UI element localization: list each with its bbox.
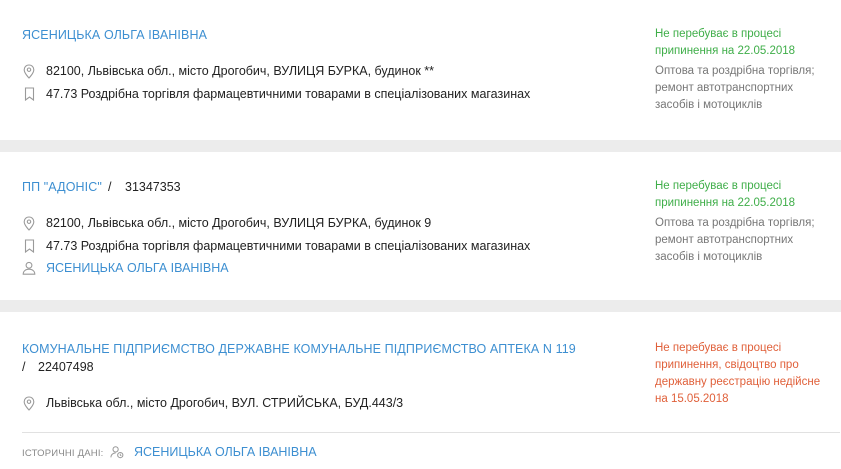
kved-row: 47.73 Роздрібна торгівля фармацевтичними… <box>22 86 530 102</box>
map-pin-icon <box>22 215 36 231</box>
kved-row: 47.73 Роздрібна торгівля фармацевтичними… <box>22 238 530 254</box>
edrpou-code: 22407498 <box>38 360 94 374</box>
address-row: 82100, Львівська обл., місто Дрогобич, В… <box>22 63 434 79</box>
code-separator: / <box>22 360 26 374</box>
entity-name-link[interactable]: ЯСЕНИЦЬКА ОЛЬГА ІВАНІВНА <box>22 28 207 42</box>
divider <box>22 432 840 433</box>
map-pin-icon <box>22 395 36 411</box>
person-row: ЯСЕНИЦЬКА ОЛЬГА ІВАНІВНА <box>22 260 229 276</box>
address-text: Львівська обл., місто Дрогобич, ВУЛ. СТР… <box>46 396 404 410</box>
kved-text: 47.73 Роздрібна торгівля фармацевтичними… <box>46 239 531 253</box>
status-line: припинення на 22.05.2018 <box>655 45 796 57</box>
activity-line: Оптова та роздрібна торгівля; <box>655 65 815 77</box>
history-label: ІСТОРИЧНІ ДАНІ: <box>22 448 104 459</box>
address-text: 82100, Львівська обл., місто Дрогобич, В… <box>46 64 435 78</box>
card-separator <box>0 140 841 152</box>
activity-line: ремонт автотранспортних <box>655 82 794 94</box>
status-line: на 15.05.2018 <box>655 393 729 405</box>
status-line: Не перебуває в процесі <box>655 180 782 192</box>
result-card-2: ПП "АДОНІС" / 31347353 82100, Львівська … <box>0 152 841 300</box>
activity-line: засобів і мотоциклів <box>655 251 763 263</box>
activity-line: Оптова та роздрібна торгівля; <box>655 217 815 229</box>
entity-name-link[interactable]: КОМУНАЛЬНЕ ПІДПРИЄМСТВО ДЕРЖАВНЕ КОМУНАЛ… <box>22 342 576 356</box>
result-card-3: КОМУНАЛЬНЕ ПІДПРИЄМСТВО ДЕРЖАВНЕ КОМУНАЛ… <box>0 312 841 469</box>
person-link[interactable]: ЯСЕНИЦЬКА ОЛЬГА ІВАНІВНА <box>46 261 229 275</box>
status-line: припинення на 22.05.2018 <box>655 197 796 209</box>
status-line: державну реєстрацію недійсне <box>655 376 821 388</box>
status-line: припинення, свідоцтво про <box>655 359 799 371</box>
user-icon <box>22 260 36 276</box>
history-person-row: ЯСЕНИЦЬКА ОЛЬГА ІВАНІВНА <box>110 444 317 460</box>
bookmark-icon <box>22 86 36 102</box>
activity-text: Оптова та роздрібна торгівля; ремонт авт… <box>655 215 835 266</box>
card-separator <box>0 300 841 312</box>
address-row: 82100, Львівська обл., місто Дрогобич, В… <box>22 215 431 231</box>
activity-line: ремонт автотранспортних <box>655 234 794 246</box>
activity-text: Оптова та роздрібна торгівля; ремонт авт… <box>655 63 835 114</box>
status-text: Не перебуває в процесі припинення, свідо… <box>655 340 835 408</box>
activity-line: засобів і мотоциклів <box>655 99 763 111</box>
edrpou-code: 31347353 <box>125 180 181 194</box>
bookmark-icon <box>22 238 36 254</box>
kved-text: 47.73 Роздрібна торгівля фармацевтичними… <box>46 87 531 101</box>
map-pin-icon <box>22 63 36 79</box>
address-text: 82100, Львівська обл., місто Дрогобич, В… <box>46 216 432 230</box>
entity-name-link[interactable]: ПП "АДОНІС" <box>22 180 102 194</box>
address-row: Львівська обл., місто Дрогобич, ВУЛ. СТР… <box>22 395 403 411</box>
result-card-1: ЯСЕНИЦЬКА ОЛЬГА ІВАНІВНА 82100, Львівськ… <box>0 0 841 140</box>
code-separator: / <box>108 180 112 194</box>
user-history-icon <box>110 444 124 460</box>
status-text: Не перебуває в процесі припинення на 22.… <box>655 26 835 60</box>
status-line: Не перебуває в процесі <box>655 342 782 354</box>
status-text: Не перебуває в процесі припинення на 22.… <box>655 178 835 212</box>
status-line: Не перебуває в процесі <box>655 28 782 40</box>
history-person-link[interactable]: ЯСЕНИЦЬКА ОЛЬГА ІВАНІВНА <box>134 445 317 459</box>
